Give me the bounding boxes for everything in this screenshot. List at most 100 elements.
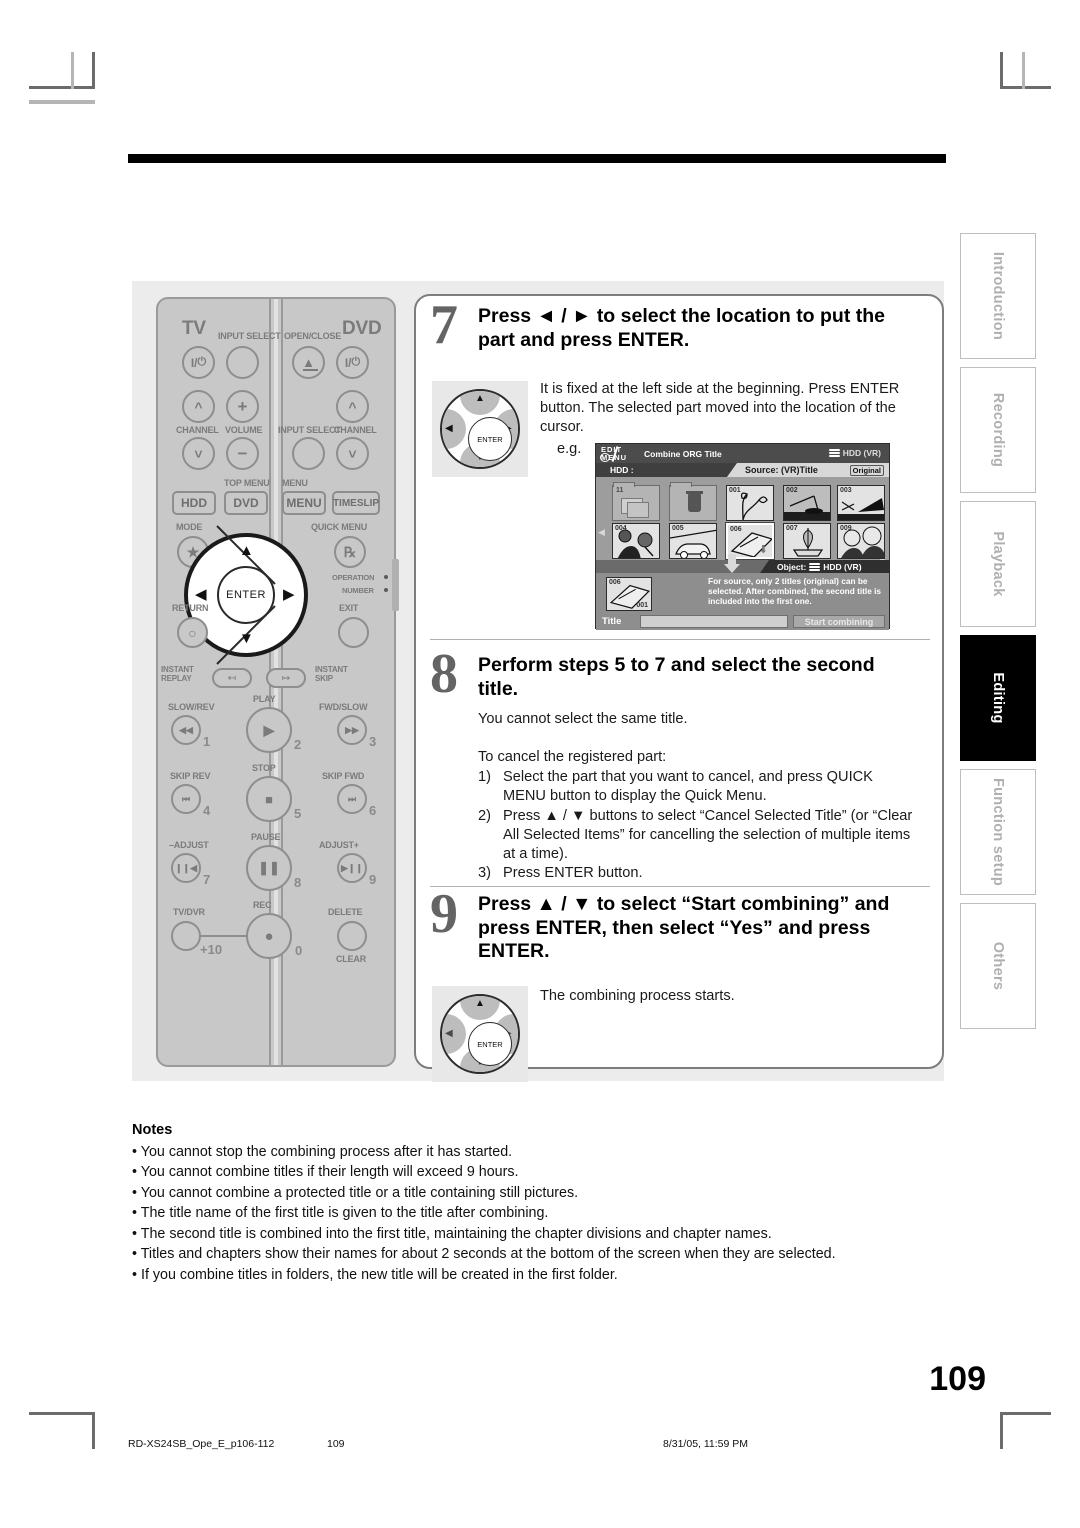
menu-button[interactable]: MENU [282,491,326,515]
thumbnail-item[interactable]: 002 [783,485,831,521]
dpad-left-arrow[interactable]: ◀ [195,587,207,602]
dvd-button[interactable]: DVD [224,491,268,515]
thumbnail-item[interactable]: 005 [669,523,717,559]
numkey-9[interactable]: 9 [369,872,376,887]
remote-label-delete: DELETE [328,908,362,917]
hdd-button[interactable]: HDD [172,491,216,515]
tv-dvr-button[interactable] [171,921,201,951]
play-button[interactable]: ▶ [246,707,292,753]
volume-up-button[interactable]: + [226,390,259,423]
numkey-6[interactable]: 6 [369,803,376,818]
numkey-4[interactable]: 4 [203,803,210,818]
remote-label-volume: VOLUME [225,426,262,435]
dpad-circle: ▲ ▼ ◀ ▶ ENTER [440,389,520,469]
enter-button[interactable]: ENTER [217,566,275,624]
remote-label-menu: MENU [282,479,308,488]
quick-menu-button[interactable]: ℞ [334,536,366,568]
numkey-2[interactable]: 2 [294,737,301,752]
sidebar-item-introduction[interactable]: Introduction [960,233,1036,359]
grid-scroll-left-arrow[interactable]: ◀ [598,527,605,538]
tv-device-indicator: HDD (VR) [829,448,881,458]
remote-label-channel: CHANNEL [176,426,219,435]
remote-label-tv: TV [182,319,206,338]
adjust-plus-button[interactable]: ▶❙❙ [337,853,367,883]
thumb-number: 003 [840,487,852,494]
stop-button[interactable]: ■ [246,776,292,822]
fwd-slow-button[interactable]: ▶▶ [337,715,367,745]
numkey-5[interactable]: 5 [294,806,301,821]
object-thumbnail[interactable]: 006 001 [606,577,652,611]
note-text: You cannot combine titles if their lengt… [141,1164,519,1180]
remote-label-fwd-slow: FWD/SLOW [319,703,367,712]
delete-clear-button[interactable] [337,921,367,951]
timeslip-button[interactable]: TIMESLIP [332,491,380,515]
thumb-number: 006 [730,526,742,533]
return-button[interactable]: ○ [177,617,208,648]
adjust-minus-button[interactable]: ❙❙◀ [171,853,201,883]
remote-label-skip-fwd: SKIP FWD [322,772,364,781]
dvd-channel-down-button[interactable]: ˅ [336,437,369,470]
numkey-3[interactable]: 3 [369,734,376,749]
notes-title: Notes [132,1122,962,1138]
instant-replay-button[interactable]: ↤ [212,668,252,688]
dpad-down-arrow[interactable]: ▼ [239,631,254,646]
thumb-number: 001 [729,487,741,494]
crop-mark-bottom-left-v [92,1412,95,1449]
tv-input-select-button[interactable] [226,346,259,379]
tv-power-button[interactable]: I/⏻ [182,346,215,379]
step-8-body-2: To cancel the registered part: [478,748,918,767]
numkey-8[interactable]: 8 [294,875,301,890]
rec-button[interactable]: ● [246,913,292,959]
thumbnail-item[interactable]: 007 [783,523,831,559]
note-text: Titles and chapters show their names for… [141,1246,836,1262]
tv-source-box: Source: (VR)Title Original [737,463,889,477]
numkey-1[interactable]: 1 [203,734,210,749]
remote-label-clear: CLEAR [336,955,366,964]
dpad-circle: ▲ ▼ ◀ ▶ ENTER [440,994,520,1074]
tv-object-device: HDD (VR) [823,562,861,572]
thumbnail-item[interactable]: 009 [837,523,885,559]
sidebar-item-function-setup[interactable]: Function setup [960,769,1036,895]
dpad-right-arrow[interactable]: ▶ [283,587,295,602]
slow-rev-button[interactable]: ◀◀ [171,715,201,745]
step-9-body: The combining process starts. [540,987,930,1006]
sidebar-item-playback[interactable]: Playback [960,501,1036,627]
volume-down-button[interactable]: − [226,437,259,470]
thumbnail-item[interactable]: 001 [726,485,774,521]
dvd-power-button[interactable]: I/⏻ [336,346,369,379]
sidebar-item-recording[interactable]: Recording [960,367,1036,493]
numkey-7[interactable]: 7 [203,872,210,887]
crop-mark-top-right-tick [1022,52,1025,89]
crop-mark-bottom-right-h [1000,1412,1051,1415]
skip-rev-button[interactable]: ⏮ [171,784,201,814]
remote-label-instant-replay: INSTANTREPLAY [161,665,194,683]
step-7-number: 7 [430,301,458,349]
open-close-button[interactable]: ▲ [292,346,325,379]
pause-button[interactable]: ❚❚ [246,845,292,891]
dvd-channel-up-button[interactable]: ^ [336,390,369,423]
thumbnail-item[interactable]: 004 [612,523,660,559]
tv-channel-down-button[interactable]: ˅ [182,437,215,470]
thumbnail-item[interactable]: 003 [837,485,885,521]
numkey-plus10[interactable]: +10 [200,942,222,957]
sidebar-item-others[interactable]: Others [960,903,1036,1029]
skip-fwd-button[interactable]: ⏭ [337,784,367,814]
trash-folder-item[interactable] [669,485,717,521]
step-7-divider [430,639,930,640]
dvd-input-select-button[interactable] [292,437,325,470]
thumb-number: 009 [840,525,852,532]
trash-icon [688,494,701,512]
tv-title-input[interactable] [640,615,788,628]
note-item: • If you combine titles in folders, the … [132,1265,962,1285]
start-combining-button[interactable]: Start combining [793,615,885,628]
note-text: The title name of the first title is giv… [141,1205,549,1221]
numkey-0[interactable]: 0 [295,943,302,958]
folder-item[interactable]: 11 [612,485,660,521]
tab-label: Others [990,942,1006,991]
dpad-up-arrow[interactable]: ▲ [239,543,254,558]
exit-button[interactable] [338,617,369,648]
tv-channel-up-button[interactable]: ^ [182,390,215,423]
instant-skip-button[interactable]: ↦ [266,668,306,688]
sidebar-item-editing[interactable]: Editing [960,635,1036,761]
dpad-left-arrow: ◀ [445,424,453,434]
